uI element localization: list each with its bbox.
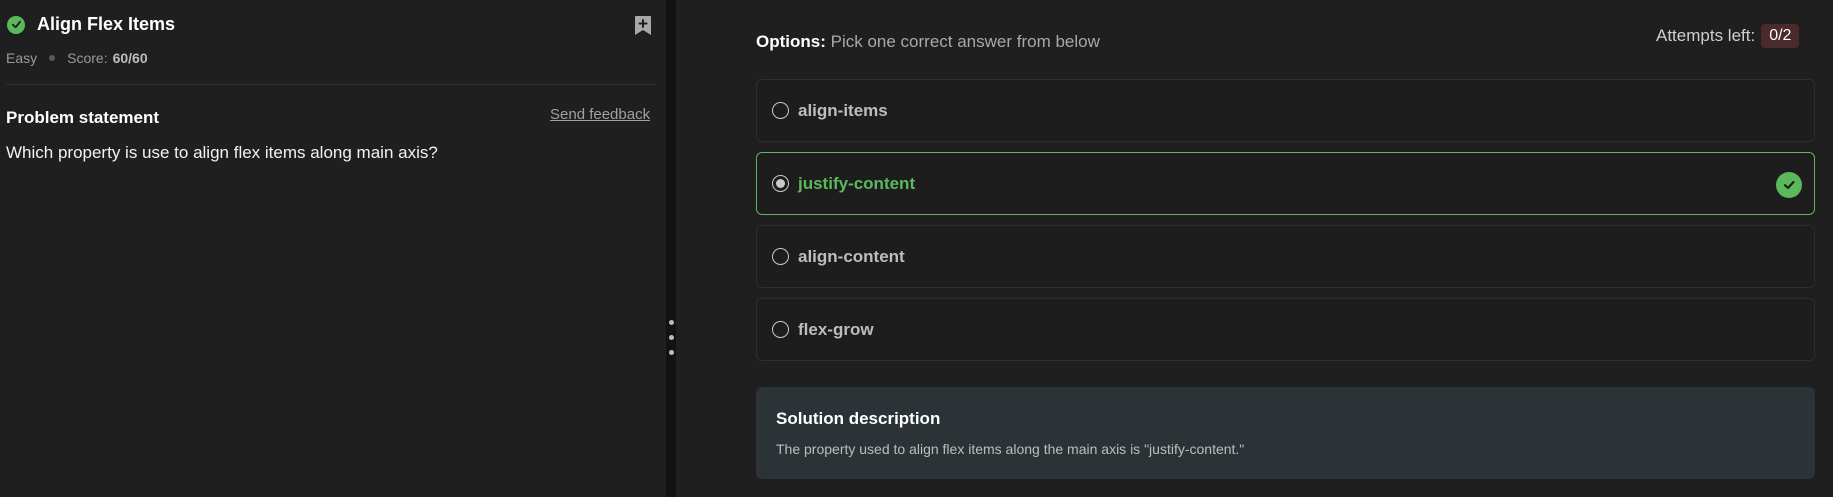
option-flex-grow[interactable]: flex-grow bbox=[756, 298, 1815, 361]
problem-meta: Easy Score: 60/60 bbox=[6, 50, 148, 66]
option-align-content[interactable]: align-content bbox=[756, 225, 1815, 288]
option-justify-content[interactable]: justify-content bbox=[756, 152, 1815, 215]
radio-selected-icon[interactable] bbox=[772, 175, 789, 192]
pane-resize-handle[interactable] bbox=[666, 0, 676, 497]
problem-panel: Align Flex Items Easy Score: 60/60 Probl… bbox=[0, 0, 666, 497]
send-feedback-link[interactable]: Send feedback bbox=[550, 106, 650, 123]
attempts-left: Attempts left: 0/2 bbox=[1656, 24, 1800, 48]
bookmark-add-icon[interactable] bbox=[633, 15, 653, 37]
drag-handle-icon bbox=[669, 335, 674, 340]
drag-handle-icon bbox=[669, 320, 674, 325]
score-value: 60/60 bbox=[112, 50, 148, 66]
options-hint: Pick one correct answer from below bbox=[830, 32, 1100, 51]
radio-icon[interactable] bbox=[772, 102, 789, 119]
options-header: Options: Pick one correct answer from be… bbox=[756, 32, 1100, 52]
option-label: justify-content bbox=[798, 173, 916, 193]
option-label: flex-grow bbox=[798, 319, 874, 339]
difficulty-label: Easy bbox=[6, 50, 38, 66]
options-label: Options: bbox=[756, 32, 826, 51]
problem-statement-text: Which property is use to align flex item… bbox=[6, 143, 438, 162]
option-label: align-content bbox=[798, 246, 905, 266]
radio-icon[interactable] bbox=[772, 248, 789, 265]
problem-statement-heading: Problem statement bbox=[6, 108, 160, 127]
divider-line bbox=[6, 84, 656, 85]
meta-separator bbox=[49, 55, 56, 61]
attempts-badge: 0/2 bbox=[1761, 24, 1800, 48]
answer-panel: Options: Pick one correct answer from be… bbox=[676, 0, 1833, 497]
attempts-label: Attempts left: bbox=[1656, 26, 1756, 45]
check-circle-icon bbox=[1776, 172, 1802, 198]
option-label: align-items bbox=[798, 100, 888, 120]
score-label: Score: bbox=[67, 50, 108, 66]
problem-title: Align Flex Items bbox=[37, 14, 176, 34]
solved-check-icon bbox=[7, 15, 25, 34]
title-row: Align Flex Items bbox=[7, 14, 175, 35]
drag-handle-icon bbox=[669, 350, 674, 355]
solution-text: The property used to align flex items al… bbox=[776, 441, 1245, 457]
solution-description: Solution description The property used t… bbox=[756, 387, 1815, 479]
radio-icon[interactable] bbox=[772, 321, 789, 338]
option-align-items[interactable]: align-items bbox=[756, 79, 1815, 142]
solution-title: Solution description bbox=[776, 409, 941, 428]
